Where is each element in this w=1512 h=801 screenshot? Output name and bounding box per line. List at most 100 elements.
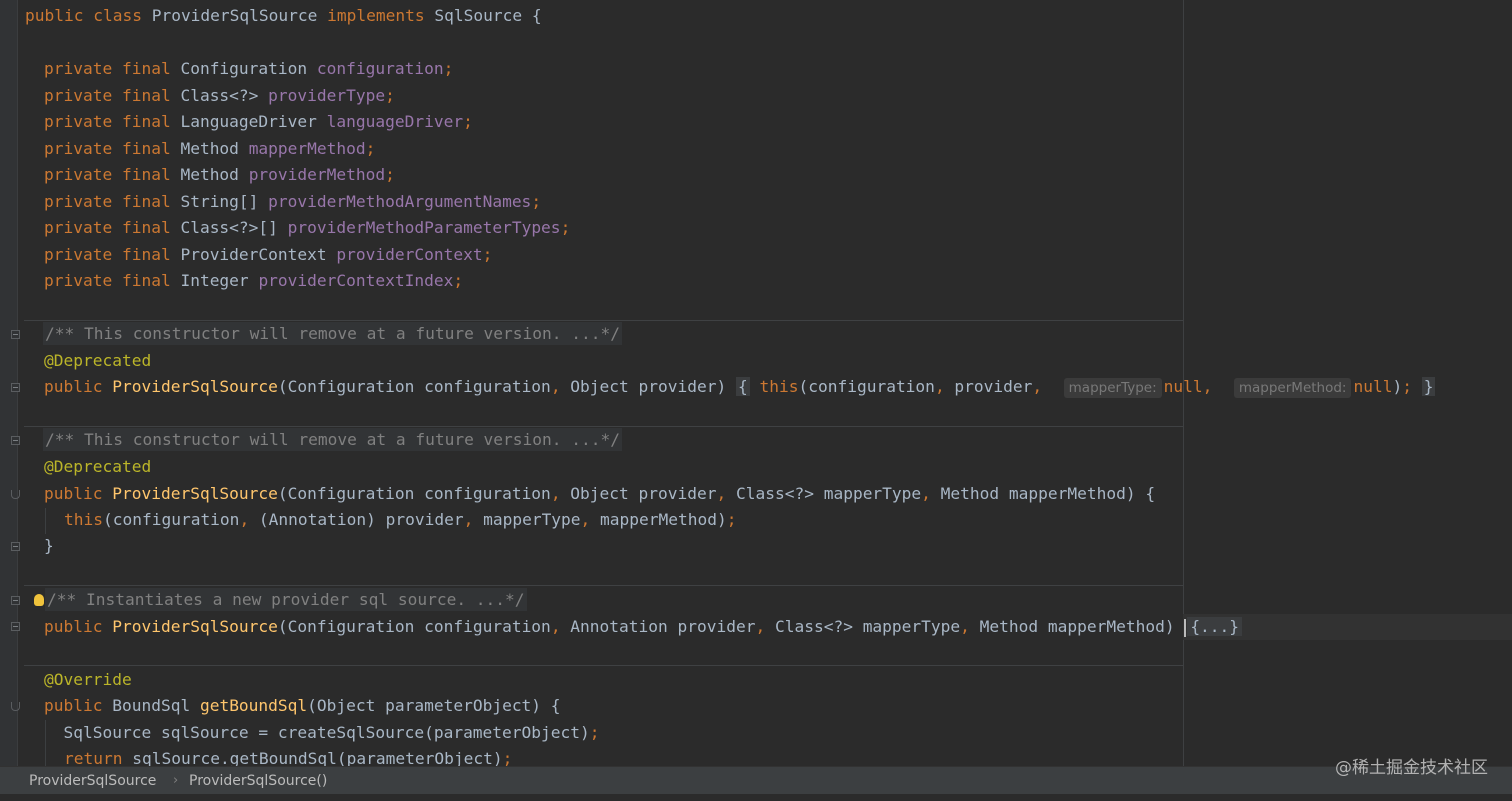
lightbulb-icon[interactable] bbox=[34, 593, 44, 606]
comma: , bbox=[239, 510, 250, 529]
code-line-field[interactable]: private final Class<?>[] providerMethodP… bbox=[44, 215, 570, 241]
code-line-doc-comment[interactable]: /** This constructor will remove at a fu… bbox=[43, 427, 622, 453]
annotation: @Override bbox=[44, 670, 132, 689]
code-line-constructor-1[interactable]: public ProviderSqlSource(Configuration c… bbox=[44, 374, 1436, 400]
keyword: implements bbox=[327, 6, 425, 25]
code-text: Class<?> mapperType bbox=[765, 617, 961, 636]
indent-guide bbox=[45, 508, 46, 534]
comma: , bbox=[550, 484, 561, 503]
code-text: (configuration bbox=[102, 510, 240, 529]
code-line-closing-brace[interactable]: } bbox=[44, 533, 54, 559]
fold-toggle-icon[interactable] bbox=[11, 702, 20, 711]
folded-code-region[interactable]: {...} bbox=[1187, 617, 1243, 636]
code-line-this-call[interactable]: this(configuration, (Annotation) provide… bbox=[64, 507, 737, 533]
fold-toggle-icon[interactable] bbox=[11, 383, 20, 392]
type-name: Integer bbox=[180, 271, 249, 290]
type-name: Configuration bbox=[180, 59, 308, 78]
semicolon: ; bbox=[1402, 377, 1412, 396]
fold-toggle-icon[interactable] bbox=[11, 436, 20, 445]
semicolon: ; bbox=[589, 723, 600, 742]
code-text: (Configuration configuration bbox=[277, 617, 551, 636]
code-line-field[interactable]: private final String[] providerMethodArg… bbox=[44, 189, 541, 215]
type-name: Class<?>[] bbox=[180, 218, 278, 237]
fold-toggle-icon[interactable] bbox=[11, 622, 20, 631]
code-line-method-signature[interactable]: public BoundSql getBoundSql(Object param… bbox=[44, 693, 561, 719]
fold-toggle-icon[interactable] bbox=[11, 596, 20, 605]
bottom-strip bbox=[0, 794, 1512, 801]
keyword: private final bbox=[44, 165, 171, 184]
code-text: mapperMethod) bbox=[590, 510, 727, 529]
code-text: Class<?> mapperType bbox=[726, 484, 922, 503]
code-text: SqlSource sqlSource = createSqlSource(pa… bbox=[44, 723, 590, 742]
code-line-doc-comment[interactable]: /** This constructor will remove at a fu… bbox=[43, 321, 622, 347]
comma: , bbox=[755, 617, 766, 636]
folded-doc-comment[interactable]: /** This constructor will remove at a fu… bbox=[43, 428, 622, 451]
field-name: languageDriver bbox=[326, 112, 464, 131]
code-text: (Configuration configuration bbox=[277, 484, 551, 503]
method-name: getBoundSql bbox=[199, 696, 308, 715]
fold-toggle-icon[interactable] bbox=[11, 542, 20, 551]
method-separator bbox=[24, 665, 1183, 666]
breadcrumb: ProviderSqlSource › ProviderSqlSource() bbox=[0, 766, 1512, 795]
comma: , bbox=[1202, 377, 1213, 396]
semicolon: ; bbox=[443, 59, 454, 78]
keyword: public bbox=[44, 696, 103, 715]
code-line-annotation[interactable]: @Override bbox=[44, 667, 132, 693]
folded-doc-comment[interactable]: /** Instantiates a new provider sql sour… bbox=[45, 588, 527, 611]
comma: , bbox=[716, 484, 727, 503]
fold-toggle-icon[interactable] bbox=[11, 330, 20, 339]
breadcrumb-item-class[interactable]: ProviderSqlSource bbox=[29, 767, 156, 795]
keyword: private final bbox=[44, 245, 171, 264]
code-line-constructor-2[interactable]: public ProviderSqlSource(Configuration c… bbox=[44, 481, 1155, 507]
code-text: Method mapperMethod) bbox=[969, 617, 1185, 636]
folded-brace[interactable]: { bbox=[736, 377, 750, 396]
keyword: private final bbox=[44, 192, 171, 211]
code-line-field[interactable]: private final LanguageDriver languageDri… bbox=[44, 109, 473, 135]
fold-toggle-icon[interactable] bbox=[11, 490, 20, 499]
comma: , bbox=[550, 617, 561, 636]
class-name: ProviderSqlSource bbox=[151, 6, 318, 25]
field-name: providerType bbox=[268, 86, 386, 105]
code-line-constructor-3[interactable]: public ProviderSqlSource(Configuration c… bbox=[44, 614, 1243, 640]
folded-brace[interactable]: } bbox=[1421, 377, 1436, 396]
type-name: LanguageDriver bbox=[180, 112, 317, 131]
type-name: BoundSql bbox=[102, 696, 200, 715]
text-caret bbox=[1184, 618, 1187, 637]
keyword: private final bbox=[44, 112, 171, 131]
parameter-hint: mapperMethod: bbox=[1233, 378, 1352, 398]
code-text: Annotation provider bbox=[560, 617, 756, 636]
type-name: ProviderContext bbox=[180, 245, 327, 264]
constructor-name: ProviderSqlSource bbox=[112, 377, 278, 396]
code-line-field[interactable]: private final Class<?> providerType; bbox=[44, 83, 395, 109]
code-line-doc-comment[interactable]: /** Instantiates a new provider sql sour… bbox=[34, 587, 527, 613]
semicolon: ; bbox=[385, 86, 395, 105]
breadcrumb-item-constructor[interactable]: ProviderSqlSource() bbox=[189, 767, 327, 795]
field-name: providerContext bbox=[336, 245, 483, 264]
code-text: Object provider bbox=[560, 484, 717, 503]
folded-doc-comment[interactable]: /** This constructor will remove at a fu… bbox=[43, 322, 622, 345]
code-line-field[interactable]: private final Integer providerContextInd… bbox=[44, 268, 463, 294]
code-line-field[interactable]: private final Configuration configuratio… bbox=[44, 56, 453, 82]
code-line-field[interactable]: private final ProviderContext providerCo… bbox=[44, 242, 492, 268]
keyword: private final bbox=[44, 59, 171, 78]
constructor-name: ProviderSqlSource bbox=[112, 617, 278, 636]
code-text: (Configuration configuration bbox=[277, 377, 551, 396]
code-line-annotation[interactable]: @Deprecated bbox=[44, 348, 151, 374]
code-text: (Object parameterObject) { bbox=[307, 696, 561, 715]
code-line-field[interactable]: private final Method mapperMethod; bbox=[44, 136, 375, 162]
code-text: } bbox=[44, 536, 54, 555]
comma: , bbox=[934, 377, 945, 396]
semicolon: ; bbox=[453, 271, 464, 290]
code-line-statement[interactable]: SqlSource sqlSource = createSqlSource(pa… bbox=[44, 720, 600, 746]
comma: , bbox=[960, 617, 970, 636]
code-line-class-declaration[interactable]: public class ProviderSqlSource implement… bbox=[25, 3, 542, 29]
code-line-field[interactable]: private final Method providerMethod; bbox=[44, 162, 395, 188]
keyword: private final bbox=[44, 271, 171, 290]
constructor-name: ProviderSqlSource bbox=[112, 484, 278, 503]
semicolon: ; bbox=[482, 245, 493, 264]
field-name: mapperMethod bbox=[248, 139, 366, 158]
type-name: Method bbox=[180, 139, 239, 158]
code-line-annotation[interactable]: @Deprecated bbox=[44, 454, 151, 480]
keyword: private final bbox=[44, 218, 171, 237]
keyword: private final bbox=[44, 139, 171, 158]
